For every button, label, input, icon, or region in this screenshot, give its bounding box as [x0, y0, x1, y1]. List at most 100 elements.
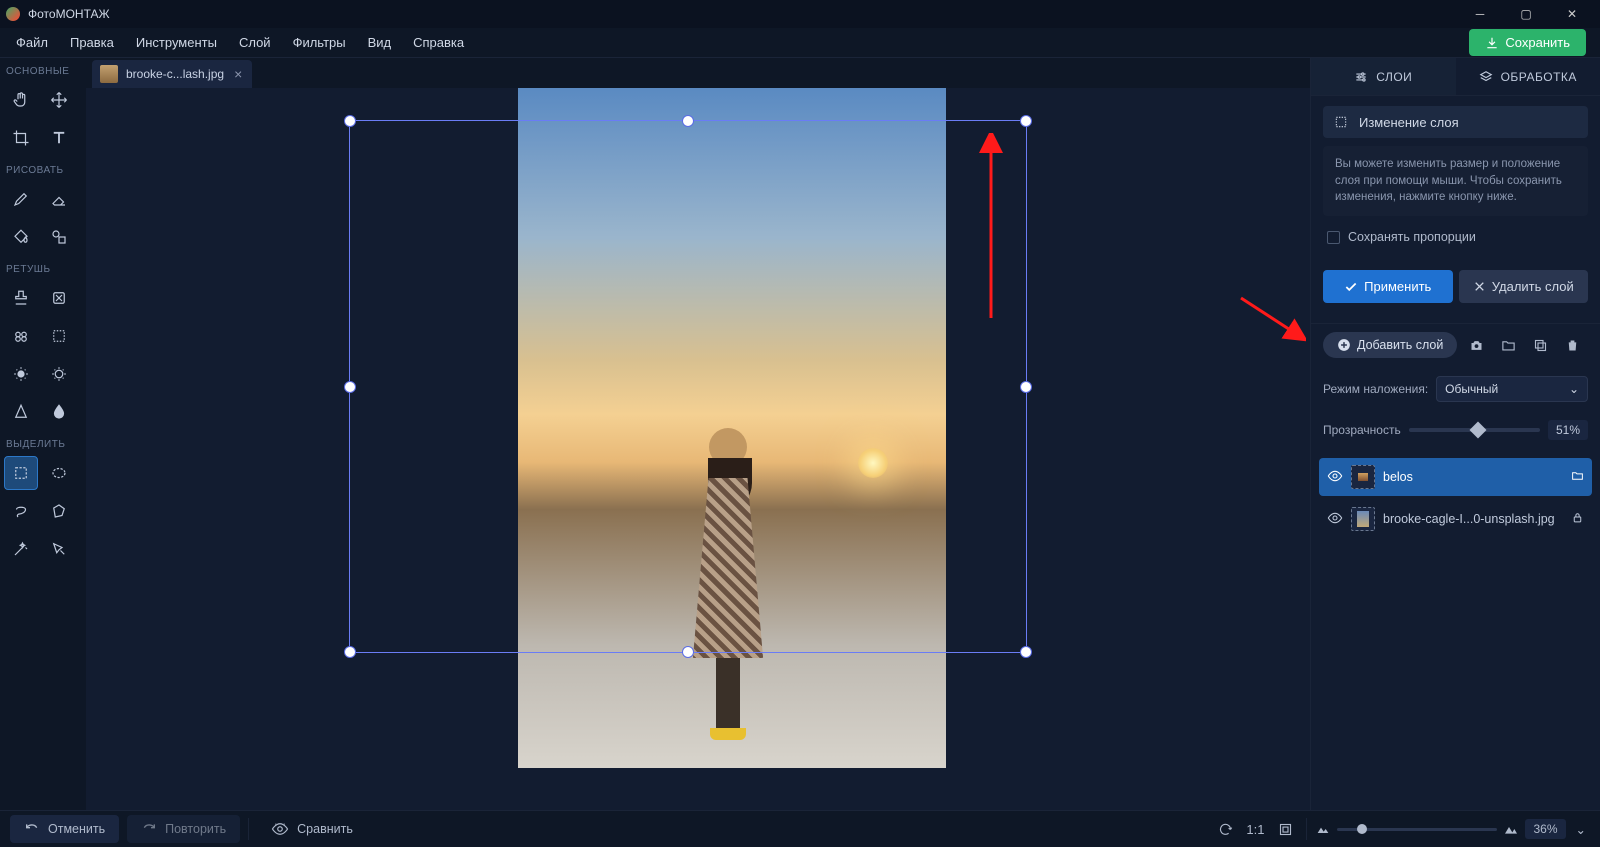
blur-tool[interactable] [42, 395, 76, 429]
folder-icon[interactable] [1571, 469, 1584, 485]
crop-tool[interactable] [4, 121, 38, 155]
handle-ne[interactable] [1020, 115, 1032, 127]
app-logo [6, 7, 20, 21]
layer-item[interactable]: brooke-cagle-I...0-unsplash.jpg [1319, 500, 1592, 538]
handle-se[interactable] [1020, 646, 1032, 658]
window-minimize[interactable]: ─ [1458, 0, 1502, 28]
handle-s[interactable] [682, 646, 694, 658]
tab-processing[interactable]: ОБРАБОТКА [1456, 58, 1600, 95]
undo-button[interactable]: Отменить [10, 815, 119, 843]
handle-e[interactable] [1020, 381, 1032, 393]
lasso-tool[interactable] [4, 494, 38, 528]
quick-select-tool[interactable] [42, 532, 76, 566]
layer-change-header: Изменение слоя [1323, 106, 1588, 138]
group-select-label: ВЫДЕЛИТЬ [4, 435, 82, 456]
blend-mode-label: Режим наложения: [1323, 382, 1428, 396]
download-icon [1485, 36, 1499, 50]
handle-n[interactable] [682, 115, 694, 127]
transform-box[interactable] [349, 120, 1027, 653]
ratio-text[interactable]: 1:1 [1246, 822, 1264, 837]
eye-icon[interactable] [1327, 468, 1343, 487]
status-bar: Отменить Повторить Сравнить 1:1 36% ⌄ [0, 810, 1600, 847]
tab-filename: brooke-c...lash.jpg [126, 67, 224, 81]
layer-thumbnail [1351, 465, 1375, 489]
document-tabs: brooke-c...lash.jpg × [86, 58, 1310, 88]
menu-tools[interactable]: Инструменты [126, 31, 227, 54]
rect-select-tool[interactable] [4, 456, 38, 490]
tab-layers[interactable]: СЛОИ [1311, 58, 1456, 95]
text-tool[interactable] [42, 121, 76, 155]
magic-wand-tool[interactable] [4, 532, 38, 566]
save-button[interactable]: Сохранить [1469, 29, 1586, 56]
folder-button[interactable] [1495, 332, 1521, 358]
hand-tool[interactable] [4, 83, 38, 117]
tab-thumbnail [100, 65, 118, 83]
menu-edit[interactable]: Правка [60, 31, 124, 54]
chevron-down-icon[interactable]: ⌄ [1572, 822, 1590, 837]
marquee-tool[interactable] [42, 319, 76, 353]
eraser-tool[interactable] [42, 182, 76, 216]
brush-tool[interactable] [4, 182, 38, 216]
window-maximize[interactable]: ▢ [1504, 0, 1548, 28]
app-title: ФотоМОНТАЖ [28, 7, 110, 21]
menu-view[interactable]: Вид [358, 31, 402, 54]
layer-name: belos [1383, 470, 1563, 484]
chevron-down-icon: ⌄ [1569, 382, 1579, 396]
layer-list: belos brooke-cagle-I...0-unsplash.jpg [1311, 452, 1600, 548]
opacity-slider[interactable] [1409, 428, 1540, 432]
heal-tool[interactable] [4, 319, 38, 353]
trash-button[interactable] [1559, 332, 1585, 358]
fill-tool[interactable] [4, 220, 38, 254]
opacity-label: Прозрачность [1323, 423, 1401, 437]
tab-close-icon[interactable]: × [232, 66, 244, 82]
menu-layer[interactable]: Слой [229, 31, 281, 54]
camera-button[interactable] [1463, 332, 1489, 358]
menu-filters[interactable]: Фильтры [283, 31, 356, 54]
undo-icon [24, 821, 40, 837]
dodge-tool[interactable] [4, 357, 38, 391]
checkbox-icon [1327, 231, 1340, 244]
blend-mode-select[interactable]: Обычный ⌄ [1436, 376, 1588, 402]
handle-w[interactable] [344, 381, 356, 393]
layer-name: brooke-cagle-I...0-unsplash.jpg [1383, 512, 1563, 526]
menu-file[interactable]: Файл [6, 31, 58, 54]
delete-layer-button[interactable]: Удалить слой [1459, 270, 1589, 303]
poly-lasso-tool[interactable] [42, 494, 76, 528]
handle-nw[interactable] [344, 115, 356, 127]
shapes-tool[interactable] [42, 220, 76, 254]
layer-item[interactable]: belos [1319, 458, 1592, 496]
stamp-tool[interactable] [4, 281, 38, 315]
zoom-slider[interactable] [1337, 828, 1497, 831]
redo-button[interactable]: Повторить [127, 815, 240, 843]
eye-icon[interactable] [1327, 510, 1343, 529]
menu-help[interactable]: Справка [403, 31, 474, 54]
group-draw-label: РИСОВАТЬ [4, 161, 82, 182]
move-tool[interactable] [42, 83, 76, 117]
sliders-icon [1354, 70, 1368, 84]
hint-text: Вы можете изменить размер и положение сл… [1323, 146, 1588, 216]
annotation-arrow-diag [1236, 293, 1306, 348]
sharpen-tool[interactable] [4, 395, 38, 429]
opacity-value: 51% [1548, 420, 1588, 440]
ellipse-select-tool[interactable] [42, 456, 76, 490]
zoom-value: 36% [1525, 819, 1565, 839]
mountain-large-icon[interactable] [1503, 821, 1519, 837]
mountain-small-icon[interactable] [1315, 821, 1331, 837]
fit-button[interactable] [1272, 816, 1298, 842]
add-layer-button[interactable]: Добавить слой [1323, 332, 1457, 358]
compare-button[interactable]: Сравнить [257, 814, 367, 844]
apply-button[interactable]: Применить [1323, 270, 1453, 303]
window-close[interactable]: ✕ [1550, 0, 1594, 28]
keep-ratio-checkbox[interactable]: Сохранять пропорции [1327, 230, 1588, 244]
canvas[interactable] [86, 88, 1310, 810]
document-tab[interactable]: brooke-c...lash.jpg × [92, 60, 252, 88]
burn-tool[interactable] [42, 357, 76, 391]
patch-tool[interactable] [42, 281, 76, 315]
duplicate-button[interactable] [1527, 332, 1553, 358]
x-icon [1473, 280, 1486, 293]
eye-compare-icon [271, 820, 289, 838]
check-icon [1344, 280, 1358, 294]
rotate-button[interactable] [1212, 816, 1238, 842]
plus-circle-icon [1337, 338, 1351, 352]
handle-sw[interactable] [344, 646, 356, 658]
